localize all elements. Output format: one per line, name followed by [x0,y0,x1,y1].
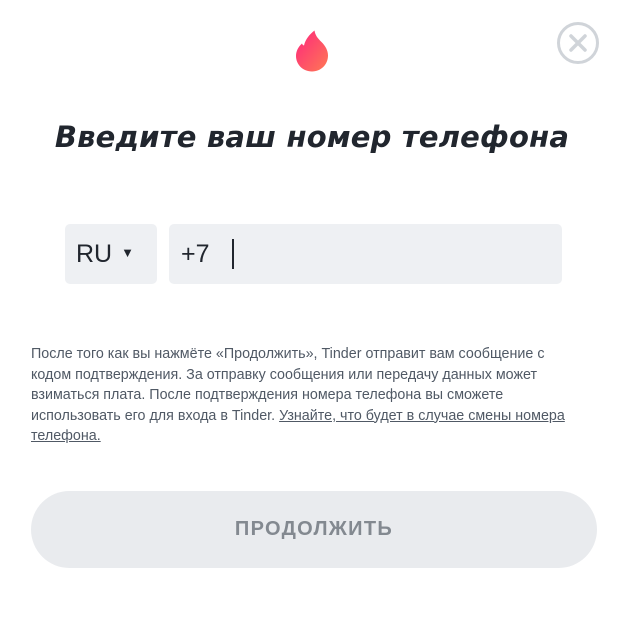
page-title: Введите ваш номер телефона [54,120,570,154]
caret-down-icon: ▼ [121,245,134,260]
dial-code-prefix: +7 [181,239,210,268]
disclaimer-text: После того как вы нажмёте «Продолжить», … [31,344,571,447]
phone-login-modal: Введите ваш номер телефона RU ▼ +7 После… [0,0,624,625]
country-code-value: RU [76,239,113,268]
country-code-select[interactable]: RU ▼ [65,224,157,284]
continue-button-label: ПРОДОЛЖИТЬ [234,518,394,540]
tinder-flame-icon [293,30,331,72]
text-cursor [231,239,234,269]
phone-number-input[interactable]: +7 [169,224,562,284]
continue-button[interactable]: ПРОДОЛЖИТЬ [31,491,597,568]
close-button[interactable] [556,21,600,65]
close-circle-icon [557,22,599,64]
